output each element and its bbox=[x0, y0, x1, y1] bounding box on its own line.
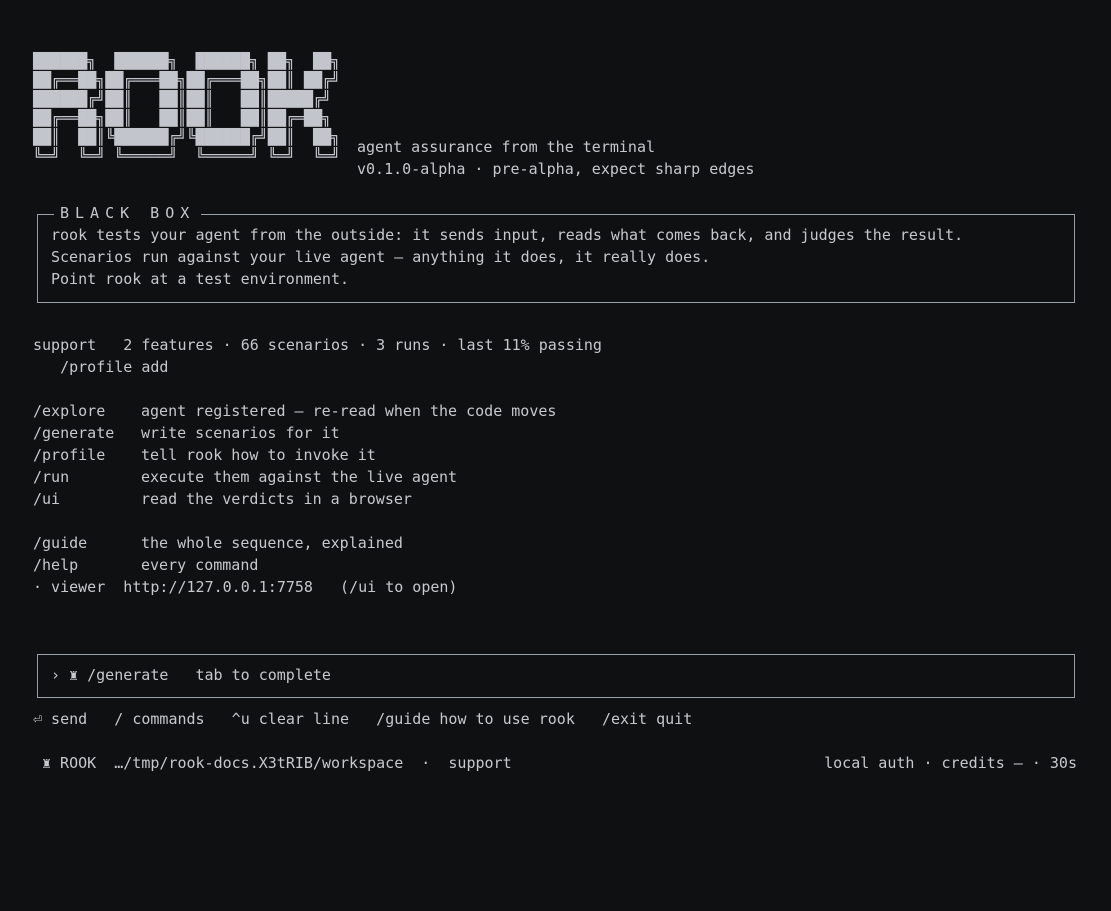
command-name: /help bbox=[33, 556, 79, 574]
command-desc: execute them against the live agent bbox=[141, 468, 458, 486]
tagline: agent assurance from the terminal bbox=[357, 138, 656, 156]
command-explore[interactable]: /explore agent registered — re-read when … bbox=[33, 400, 556, 422]
version-line: v0.1.0-alpha · pre-alpha, expect sharp e… bbox=[357, 160, 755, 178]
command-desc: agent registered — re-read when the code… bbox=[141, 402, 557, 420]
command-desc: every command bbox=[141, 556, 259, 574]
command-desc: read the verdicts in a browser bbox=[141, 490, 412, 508]
command-desc: write scenarios for it bbox=[141, 424, 340, 442]
project-summary: support 2 features · 66 scenarios · 3 ru… bbox=[33, 336, 602, 354]
blackbox-line: Scenarios run against your live agent — … bbox=[51, 248, 711, 266]
rook-ascii-logo: ██████╗ ██████╗ ██████╗ ██╗ ██╗ ██╔══██╗… bbox=[33, 52, 341, 165]
command-help[interactable]: /help every command bbox=[33, 554, 258, 576]
command-desc: tell rook how to invoke it bbox=[141, 446, 376, 464]
status-left: ♜ ROOK …/tmp/rook-docs.X3tRIB/workspace … bbox=[42, 754, 512, 772]
command-profile[interactable]: /profile tell rook how to invoke it bbox=[33, 444, 376, 466]
command-ui[interactable]: /ui read the verdicts in a browser bbox=[33, 488, 412, 510]
status-right: local auth · credits — · 30s bbox=[824, 754, 1077, 772]
command-name: /guide bbox=[33, 534, 88, 552]
command-name: /profile bbox=[33, 446, 106, 464]
viewer-link[interactable]: · viewer http://127.0.0.1:7758 (/ui to o… bbox=[33, 576, 457, 598]
command-name: /run bbox=[33, 468, 70, 486]
profile-hint[interactable]: /profile add bbox=[33, 356, 168, 378]
command-desc: the whole sequence, explained bbox=[141, 534, 403, 552]
command-name: /generate bbox=[33, 424, 115, 442]
blackbox-line: Point rook at a test environment. bbox=[51, 270, 350, 288]
keybinding-bar: ⏎ send / commands ^u clear line /guide h… bbox=[33, 710, 693, 728]
command-name: /ui bbox=[33, 490, 61, 508]
command-run[interactable]: /run execute them against the live agent bbox=[33, 466, 457, 488]
blackbox-line: rook tests your agent from the outside: … bbox=[51, 226, 964, 244]
command-generate[interactable]: /generate write scenarios for it bbox=[33, 422, 340, 444]
command-guide[interactable]: /guide the whole sequence, explained bbox=[33, 532, 403, 554]
command-input[interactable]: › ♜ /generate tab to complete bbox=[51, 664, 331, 686]
command-name: /explore bbox=[33, 402, 106, 420]
blackbox-title: BLACK BOX bbox=[54, 204, 202, 222]
